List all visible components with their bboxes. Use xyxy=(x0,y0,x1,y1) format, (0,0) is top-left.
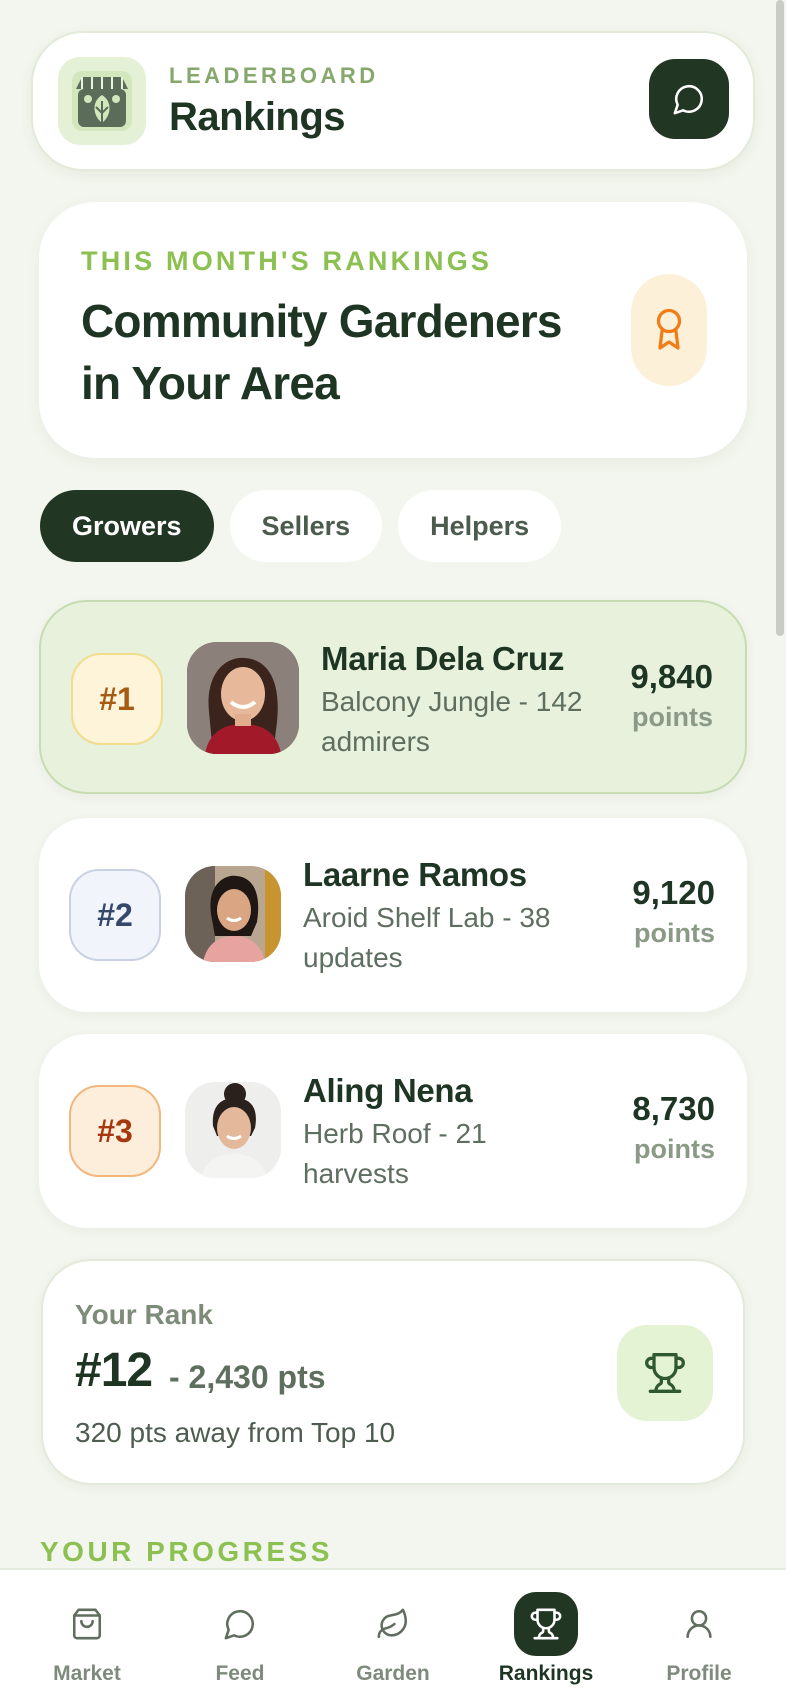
nav-item-market[interactable]: Market xyxy=(12,1592,162,1692)
points-unit: points xyxy=(634,918,715,948)
progress-heading: YOUR PROGRESS xyxy=(40,1536,333,1567)
points-value: 9,840 xyxy=(630,658,713,695)
shopping-bag-icon xyxy=(72,1608,102,1640)
your-rank-card[interactable]: Your Rank #12 - 2,430 pts 320 pts away f… xyxy=(41,1259,745,1485)
app-header: LEADERBOARD Rankings xyxy=(31,31,755,171)
rankings-screen: LEADERBOARD Rankings THIS MONTH'S RANKIN… xyxy=(0,0,786,1704)
plant-shop-icon xyxy=(58,57,146,145)
points-unit: points xyxy=(632,702,713,732)
nav-item-garden[interactable]: Garden xyxy=(318,1592,468,1692)
leaf-icon xyxy=(377,1608,408,1639)
leaderboard-row[interactable]: #1 Maria Dela Cruz Balcony Jungle - 142 … xyxy=(39,600,747,794)
award-badge xyxy=(631,274,707,386)
category-tabs: Growers Sellers Helpers xyxy=(40,490,562,562)
your-rank-gap: 320 pts away from Top 10 xyxy=(75,1417,396,1448)
rank-badge: #1 xyxy=(71,653,163,745)
nav-label-garden: Garden xyxy=(356,1662,430,1685)
chat-bubble-icon xyxy=(673,84,704,115)
user-icon xyxy=(686,1609,712,1639)
your-rank-label: Your Rank xyxy=(75,1299,213,1330)
your-rank-number: #12 xyxy=(75,1344,153,1397)
member-name: Laarne Ramos xyxy=(303,856,527,893)
leaderboard-row[interactable]: #3 Aling Nena Herb Roof - 21 harvests 8,… xyxy=(39,1034,747,1228)
member-description: Balcony Jungle - 142 admirers xyxy=(321,686,583,757)
hero-card: THIS MONTH'S RANKINGS Community Gardener… xyxy=(39,202,747,458)
avatar xyxy=(187,642,299,754)
trophy-icon xyxy=(645,1353,685,1393)
points-unit: points xyxy=(634,1134,715,1164)
bottom-nav: Market Feed Garden Rankings Profile xyxy=(0,1568,786,1704)
hero-eyebrow: THIS MONTH'S RANKINGS xyxy=(81,246,493,276)
chat-bubble-icon xyxy=(224,1609,255,1640)
nav-item-profile[interactable]: Profile xyxy=(624,1592,774,1692)
tab-sellers[interactable]: Sellers xyxy=(229,490,383,562)
award-ribbon-icon xyxy=(656,308,682,350)
member-name: Maria Dela Cruz xyxy=(321,640,565,677)
your-rank-badge xyxy=(617,1325,713,1421)
member-description: Herb Roof - 21 harvests xyxy=(303,1118,487,1189)
trophy-icon xyxy=(530,1608,562,1640)
nav-label-market: Market xyxy=(53,1662,121,1685)
your-rank-points: - 2,430 pts xyxy=(169,1359,326,1395)
leaderboard-row[interactable]: #2 Laarne Ramos Aroid Shelf Lab - 38 upd… xyxy=(39,818,747,1012)
tab-helpers[interactable]: Helpers xyxy=(398,490,562,562)
rank-badge: #2 xyxy=(69,869,161,961)
avatar xyxy=(185,1082,281,1178)
nav-label-profile: Profile xyxy=(666,1662,732,1685)
avatar xyxy=(185,866,281,962)
hero-title: Community Gardeners in Your Area xyxy=(81,295,563,409)
nav-label-rankings: Rankings xyxy=(498,1662,594,1685)
nav-item-rankings[interactable]: Rankings xyxy=(471,1592,621,1692)
header-eyebrow: LEADERBOARD xyxy=(169,63,379,88)
nav-label-feed: Feed xyxy=(215,1662,265,1685)
tab-growers[interactable]: Growers xyxy=(40,490,214,562)
member-description: Aroid Shelf Lab - 38 updates xyxy=(303,902,551,973)
page-title: Rankings xyxy=(169,95,346,139)
points-value: 8,730 xyxy=(632,1090,715,1127)
points-value: 9,120 xyxy=(632,874,715,911)
nav-item-feed[interactable]: Feed xyxy=(165,1592,315,1692)
rank-badge: #3 xyxy=(69,1085,161,1177)
scrollbar[interactable] xyxy=(776,0,784,636)
chat-button[interactable] xyxy=(649,59,729,139)
member-name: Aling Nena xyxy=(303,1072,473,1109)
